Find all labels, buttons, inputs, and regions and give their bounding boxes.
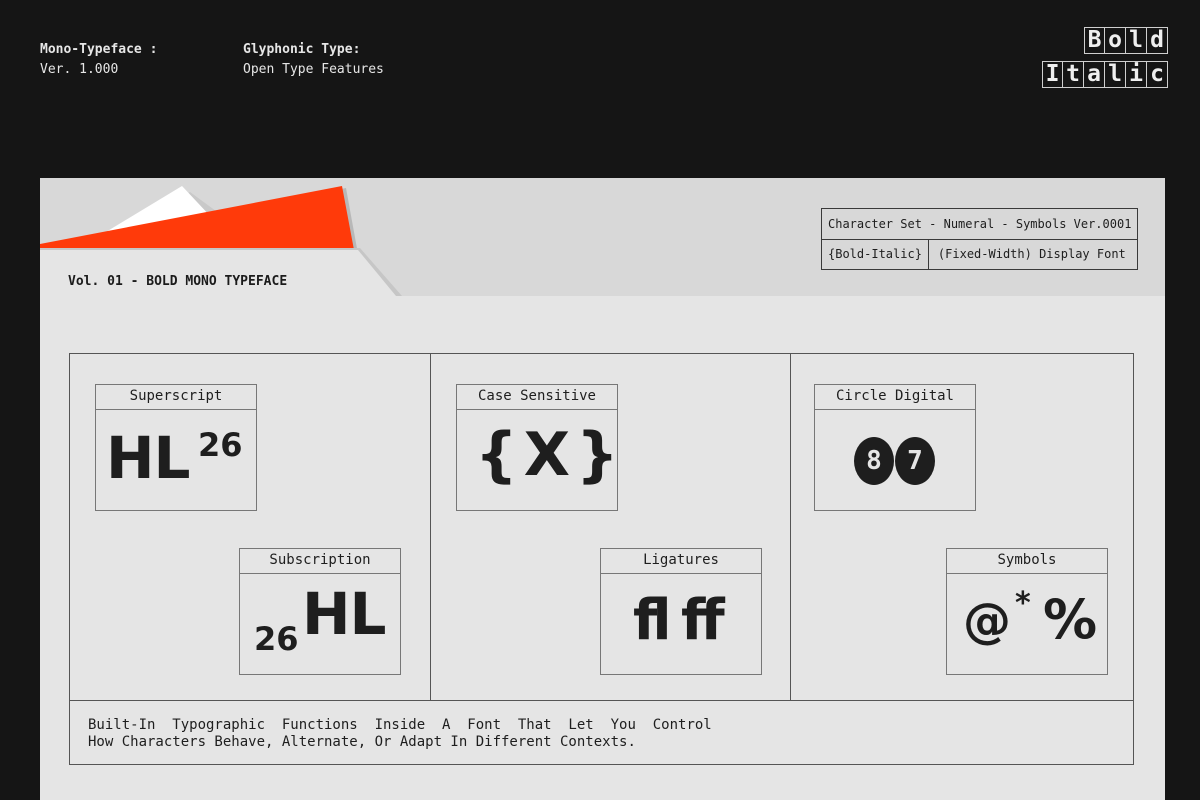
subscription-base: HL (302, 580, 386, 648)
features-label: Open Type Features (243, 62, 384, 77)
logo-letter: l (1126, 27, 1147, 54)
superscript-sample: HL 26 (96, 410, 256, 510)
ligatures-sample: fl ff (601, 574, 761, 674)
percent-symbol: % (1043, 588, 1098, 651)
version-label: Ver. 1.000 (40, 62, 119, 77)
feature-description: Built-In Typographic Functions Inside A … (88, 717, 712, 751)
folded-corner-graphic (40, 186, 358, 256)
bold-italic-logo: B o l d I t a l i c (1042, 27, 1168, 88)
description-line-2: How Characters Behave, Alternate, Or Ada… (88, 734, 636, 750)
meta-width: (Fixed-Width) Display Font (927, 240, 1132, 269)
description-line-1: Built-In Typographic Functions Inside A … (88, 717, 712, 733)
meta-row: {Bold-Italic} (Fixed-Width) Display Font (822, 240, 1137, 269)
case-sensitive-label: Case Sensitive (457, 385, 617, 410)
volume-title: Vol. 01 - BOLD MONO TYPEFACE (68, 274, 288, 289)
logo-letter: B (1084, 27, 1105, 54)
superscript-card: Superscript HL 26 (95, 384, 257, 511)
logo-letter: I (1042, 61, 1063, 88)
at-symbol: @ (963, 593, 1011, 649)
logo-letter: l (1105, 61, 1126, 88)
ligatures-label: Ligatures (601, 549, 761, 574)
circle-digital-label: Circle Digital (815, 385, 975, 410)
logo-letter: a (1084, 61, 1105, 88)
symbols-sample: @ * % (947, 574, 1107, 674)
subscription-digits: 26 (254, 620, 299, 658)
specimen-card: Vol. 01 - BOLD MONO TYPEFACE Character S… (40, 178, 1165, 800)
braces-glyph: {X} (475, 420, 625, 490)
meta-style: {Bold-Italic} (828, 247, 922, 261)
subscription-label: Subscription (240, 549, 400, 574)
superscript-base: HL (106, 424, 190, 492)
accent-strip (40, 186, 354, 250)
asterisk-symbol: * (1015, 586, 1031, 621)
ligature-glyphs: fl ff (633, 588, 725, 653)
header-mid: Glyphonic Type: Open Type Features (243, 40, 384, 80)
logo-row-bold: B o l d (1084, 27, 1168, 54)
superscript-label: Superscript (96, 385, 256, 410)
circled-digit-7: 7 (895, 437, 935, 485)
circled-digit-8: 8 (854, 437, 894, 485)
type-label: Glyphonic Type: (243, 42, 361, 57)
logo-letter: i (1126, 61, 1147, 88)
title-tab (40, 250, 396, 296)
circle-digital-sample: 87 (815, 410, 975, 510)
circle-digits: 87 (854, 437, 936, 485)
logo-letter: d (1147, 27, 1168, 54)
symbols-card: Symbols @ * % (946, 548, 1108, 675)
superscript-digits: 26 (198, 426, 243, 464)
logo-row-italic: I t a l i c (1042, 61, 1168, 88)
column-divider (430, 354, 431, 701)
typeface-label: Mono-Typeface : (40, 42, 158, 57)
case-sensitive-sample: {X} (457, 410, 619, 510)
column-divider (790, 354, 791, 701)
row-divider (70, 700, 1133, 701)
logo-letter: t (1063, 61, 1084, 88)
features-grid: Superscript HL 26 Subscription 26 HL Cas… (69, 353, 1134, 765)
circle-digital-card: Circle Digital 87 (814, 384, 976, 511)
logo-letter: c (1147, 61, 1168, 88)
symbols-label: Symbols (947, 549, 1107, 574)
case-sensitive-card: Case Sensitive {X} (456, 384, 619, 511)
ligatures-card: Ligatures fl ff (600, 548, 762, 675)
meta-table: Character Set - Numeral - Symbols Ver.00… (821, 208, 1139, 270)
subscription-card: Subscription 26 HL (239, 548, 401, 675)
logo-letter: o (1105, 27, 1126, 54)
meta-charset: Character Set - Numeral - Symbols Ver.00… (822, 209, 1138, 240)
header-left: Mono-Typeface : Ver. 1.000 (40, 40, 157, 80)
subscription-sample: 26 HL (240, 574, 400, 674)
